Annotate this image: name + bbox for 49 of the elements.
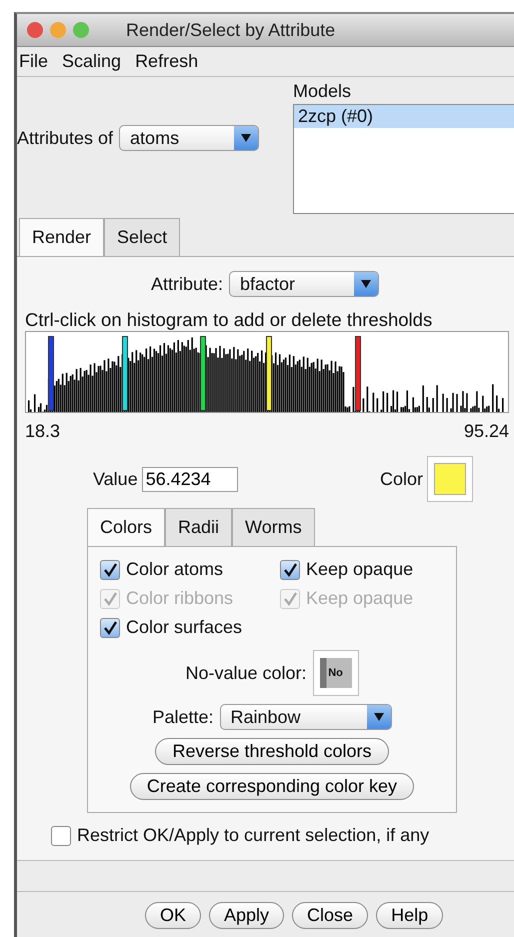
menu-item[interactable]: Scaling [62,51,122,72]
threshold-marker[interactable] [48,336,54,411]
hint-text: Ctrl-click on histogram to add or delete thresholds [25,309,434,331]
value-field[interactable]: 56.4234 [142,466,238,492]
dialog-button[interactable]: OK [145,902,202,929]
check-icon [282,562,298,578]
list-label: Models [293,81,352,102]
tab[interactable]: Select [104,218,180,256]
tab[interactable]: Colors [87,508,166,546]
check-icon [282,590,298,606]
action-button[interactable]: Reverse threshold colors [155,738,389,765]
tab[interactable]: Render [19,218,104,256]
field-label: Palette: [152,706,214,728]
window-title: Render/Select by Attribute [126,20,336,40]
caret-icon [241,134,252,142]
threshold-marker[interactable] [122,336,128,411]
field-label: No-value color: [185,662,307,684]
color-well[interactable] [427,456,473,502]
dropdown[interactable]: atoms [119,125,260,151]
checkbox[interactable]: Restrict OK/Apply to current selection, if any [51,825,514,846]
menu-item[interactable]: File [19,51,48,72]
no-color-swatch: No [320,658,352,688]
field-label: Attribute: [150,274,224,294]
range-max: 95.24 [464,421,509,442]
close-icon[interactable] [27,22,43,38]
checkbox[interactable]: Color surfaces [100,617,264,638]
check-icon [102,590,118,606]
threshold-marker[interactable] [354,336,361,411]
dropdown[interactable]: bfactor [229,271,380,297]
action-button[interactable]: Create corresponding color key [130,773,414,800]
field-label: Value [93,468,138,490]
caret-icon [374,713,384,721]
dialog-button[interactable]: Apply [209,902,284,929]
field-label: Attributes of [17,128,114,148]
color-well[interactable]: No [312,650,359,696]
dropdown[interactable]: Rainbow [220,704,392,730]
tab[interactable]: Radii [165,508,232,546]
checkbox[interactable]: Color atoms [100,559,264,580]
check-icon [102,562,118,578]
dialog-button[interactable]: Help [376,902,444,929]
range-min: 18.3 [25,421,60,442]
check-icon [102,620,118,636]
menu-item[interactable]: Refresh [135,51,198,72]
tab[interactable]: Worms [232,508,315,546]
list-item[interactable]: 2zcp (#0) [294,105,514,128]
checkbox[interactable]: Keep opaque [280,559,444,580]
dialog-button[interactable]: Close [292,902,368,929]
caret-icon [361,280,372,288]
field-label: Color [380,468,423,490]
